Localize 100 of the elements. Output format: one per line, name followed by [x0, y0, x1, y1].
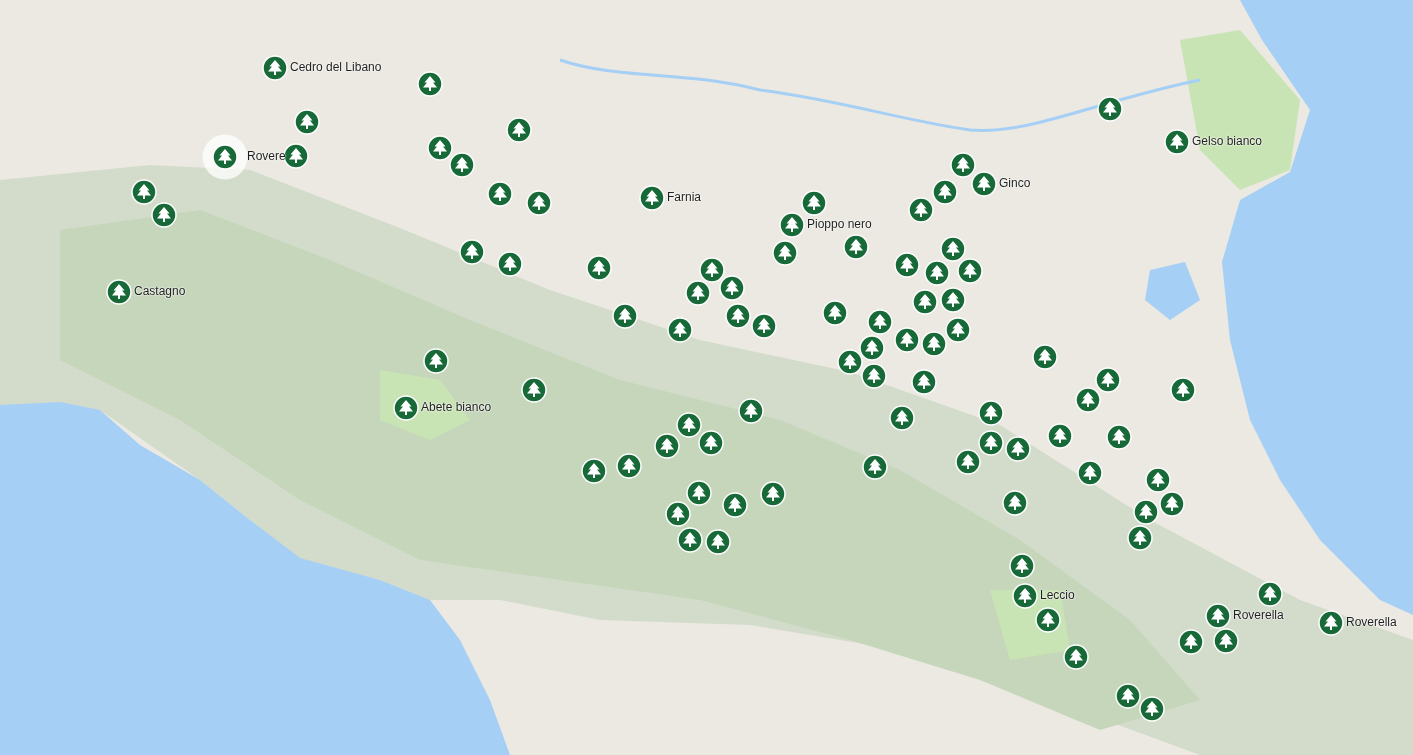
tree-marker-icon[interactable]	[725, 303, 751, 329]
tree-marker-icon[interactable]	[1012, 583, 1038, 609]
tree-marker-icon[interactable]	[950, 152, 976, 178]
tree-marker-icon[interactable]	[1095, 367, 1121, 393]
tree-marker-icon[interactable]	[862, 454, 888, 480]
tree-marker-icon[interactable]	[497, 251, 523, 277]
tree-marker-icon[interactable]	[978, 400, 1004, 426]
marker-label: Ginco	[999, 176, 1031, 191]
tree-marker-icon[interactable]	[889, 405, 915, 431]
tree-marker-icon[interactable]	[867, 309, 893, 335]
tree-marker-icon[interactable]	[1257, 581, 1283, 607]
tree-marker-icon[interactable]	[1213, 628, 1239, 654]
tree-marker-icon[interactable]	[1170, 377, 1196, 403]
tree-marker-icon[interactable]	[1097, 96, 1123, 122]
tree-marker-icon[interactable]	[1164, 129, 1190, 155]
tree-marker-icon[interactable]	[459, 239, 485, 265]
tree-marker-icon[interactable]	[971, 171, 997, 197]
tree-marker-icon[interactable]	[667, 317, 693, 343]
marker-label: Roverella	[1233, 608, 1284, 623]
tree-marker-icon[interactable]	[685, 280, 711, 306]
tree-marker-icon[interactable]	[772, 240, 798, 266]
tree-marker-icon[interactable]	[1047, 423, 1073, 449]
tree-marker-icon[interactable]	[801, 190, 827, 216]
tree-marker-icon[interactable]	[1009, 553, 1035, 579]
tree-marker-icon[interactable]	[698, 430, 724, 456]
tree-marker-icon[interactable]	[957, 258, 983, 284]
tree-marker-icon[interactable]	[676, 412, 702, 438]
tree-marker-icon[interactable]	[202, 134, 248, 180]
tree-marker-icon[interactable]	[719, 275, 745, 301]
tree-marker-icon[interactable]	[639, 185, 665, 211]
tree-marker-icon[interactable]	[106, 279, 132, 305]
tree-marker-icon[interactable]	[586, 255, 612, 281]
tree-marker-icon[interactable]	[665, 501, 691, 527]
tree-marker-icon[interactable]	[1318, 610, 1344, 636]
marker-label: Castagno	[134, 284, 186, 299]
tree-marker-icon[interactable]	[894, 252, 920, 278]
tree-marker-icon[interactable]	[1205, 603, 1231, 629]
tree-marker-icon[interactable]	[521, 377, 547, 403]
tree-marker-icon[interactable]	[1133, 499, 1159, 525]
tree-marker-icon[interactable]	[1077, 460, 1103, 486]
tree-marker-icon[interactable]	[912, 289, 938, 315]
tree-marker-icon[interactable]	[722, 492, 748, 518]
tree-marker-icon[interactable]	[760, 481, 786, 507]
tree-marker-icon[interactable]	[612, 303, 638, 329]
tree-marker-icon[interactable]	[822, 300, 848, 326]
tree-marker-icon[interactable]	[705, 529, 731, 555]
tree-marker-icon[interactable]	[393, 395, 419, 421]
tree-marker-icon[interactable]	[1005, 436, 1031, 462]
tree-marker-icon[interactable]	[427, 135, 453, 161]
marker-label: Roverella	[1346, 615, 1397, 630]
tree-marker-icon[interactable]	[1075, 387, 1101, 413]
tree-marker-icon[interactable]	[1106, 424, 1132, 450]
marker-label: Gelso bianco	[1192, 134, 1263, 149]
tree-marker-icon[interactable]	[487, 181, 513, 207]
tree-marker-icon[interactable]	[894, 327, 920, 353]
marker-label: Rovere	[247, 149, 286, 164]
tree-marker-icon[interactable]	[417, 71, 443, 97]
marker-label: Leccio	[1040, 588, 1075, 603]
tree-marker-icon[interactable]	[526, 190, 552, 216]
tree-marker-icon[interactable]	[1159, 491, 1185, 517]
tree-marker-icon[interactable]	[843, 234, 869, 260]
tree-marker-icon[interactable]	[449, 152, 475, 178]
tree-marker-icon[interactable]	[861, 363, 887, 389]
tree-marker-icon[interactable]	[978, 430, 1004, 456]
tree-marker-icon[interactable]	[779, 212, 805, 238]
tree-marker-icon[interactable]	[151, 202, 177, 228]
tree-marker-icon[interactable]	[423, 348, 449, 374]
tree-marker-icon[interactable]	[1115, 683, 1141, 709]
tree-marker-icon[interactable]	[283, 143, 309, 169]
tree-marker-icon[interactable]	[924, 260, 950, 286]
tree-marker-icon[interactable]	[1063, 644, 1089, 670]
tree-marker-icon[interactable]	[686, 480, 712, 506]
tree-marker-icon[interactable]	[131, 179, 157, 205]
tree-marker-icon[interactable]	[945, 317, 971, 343]
tree-marker-icon[interactable]	[940, 287, 966, 313]
tree-marker-icon[interactable]	[1127, 525, 1153, 551]
tree-marker-icon[interactable]	[955, 449, 981, 475]
tree-marker-icon[interactable]	[1145, 467, 1171, 493]
tree-marker-icon[interactable]	[738, 398, 764, 424]
tree-marker-icon[interactable]	[751, 313, 777, 339]
tree-marker-icon[interactable]	[616, 453, 642, 479]
tree-marker-icon[interactable]	[859, 335, 885, 361]
tree-marker-icon[interactable]	[262, 55, 288, 81]
tree-marker-icon[interactable]	[1178, 629, 1204, 655]
tree-marker-icon[interactable]	[940, 236, 966, 262]
tree-marker-icon[interactable]	[1139, 696, 1165, 722]
tree-marker-icon[interactable]	[921, 331, 947, 357]
tree-marker-icon[interactable]	[911, 369, 937, 395]
tree-marker-icon[interactable]	[1002, 490, 1028, 516]
tree-marker-icon[interactable]	[1035, 607, 1061, 633]
tree-marker-icon[interactable]	[677, 527, 703, 553]
tree-marker-icon[interactable]	[581, 458, 607, 484]
tree-marker-icon[interactable]	[908, 197, 934, 223]
tree-marker-icon[interactable]	[1032, 344, 1058, 370]
tree-marker-icon[interactable]	[506, 117, 532, 143]
tree-marker-icon[interactable]	[654, 433, 680, 459]
tree-marker-icon[interactable]	[837, 349, 863, 375]
tree-marker-icon[interactable]	[932, 179, 958, 205]
tree-marker-icon[interactable]	[294, 109, 320, 135]
tree-marker-icon[interactable]	[699, 257, 725, 283]
